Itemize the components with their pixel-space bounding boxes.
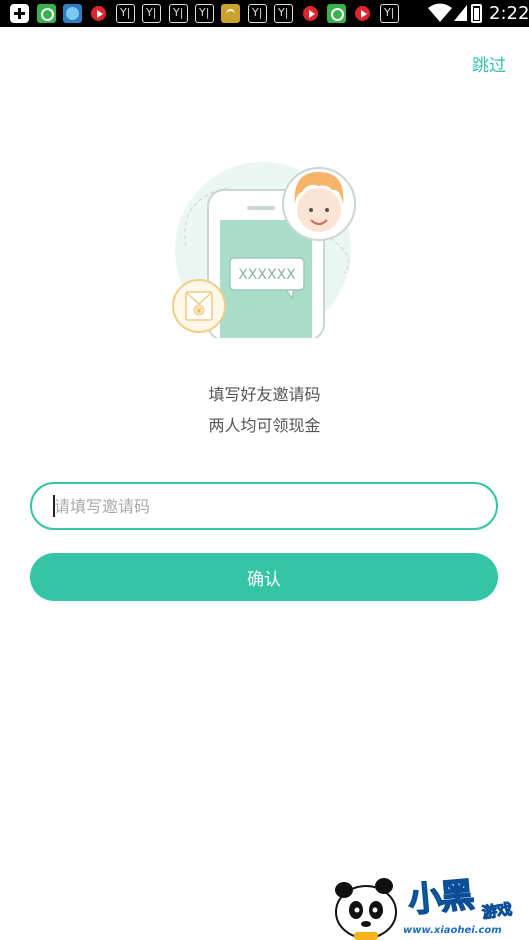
y-icon <box>380 4 399 23</box>
invite-code-input[interactable] <box>54 484 474 528</box>
video-icon <box>89 4 108 23</box>
wifi-icon <box>428 3 452 22</box>
gold-app-icon <box>221 4 240 23</box>
watermark-site: www.xiaohei.com <box>403 925 502 936</box>
y-icon <box>195 4 214 23</box>
video-icon <box>353 4 372 23</box>
panda-nose <box>361 921 371 927</box>
y-icon <box>142 4 161 23</box>
add-icon <box>10 4 29 23</box>
wechat-icon <box>37 4 56 23</box>
watermark-sub: 游戏 <box>480 899 514 922</box>
intro-subtitle: 两人均可领现金 <box>208 416 321 435</box>
skip-button[interactable]: 跳过 <box>472 51 506 76</box>
browser-icon <box>63 4 82 23</box>
status-time: 2:22 <box>489 3 529 24</box>
phone-speaker <box>247 206 275 210</box>
intro-title: 填写好友邀请码 <box>208 385 321 404</box>
panda-scarf <box>354 932 378 940</box>
avatar-face <box>297 188 341 232</box>
confirm-button[interactable]: 确认 <box>30 553 498 601</box>
y-icon <box>169 4 188 23</box>
video-icon <box>301 4 320 23</box>
code-placeholder: XXXXXX <box>238 267 296 283</box>
y-icon <box>116 4 135 23</box>
battery-icon <box>471 4 482 23</box>
panda-ear-right <box>375 878 393 894</box>
coin-symbol: ¥ <box>197 307 202 315</box>
panda-eye-right <box>372 907 378 913</box>
avatar-eye-left <box>309 208 313 212</box>
watermark-brand: 小黑 <box>406 875 475 922</box>
y-icon <box>248 4 267 23</box>
panda-eye-left <box>354 907 360 913</box>
invite-illustration: XXXXXX ¥ <box>172 162 356 338</box>
avatar-eye-right <box>325 208 329 212</box>
status-bar: 2:22 <box>0 0 529 27</box>
y-icon <box>274 4 293 23</box>
panda-ear-left <box>335 882 353 898</box>
wechat-icon <box>327 4 346 23</box>
invite-code-field[interactable] <box>30 482 498 530</box>
signal-icon <box>454 5 467 21</box>
